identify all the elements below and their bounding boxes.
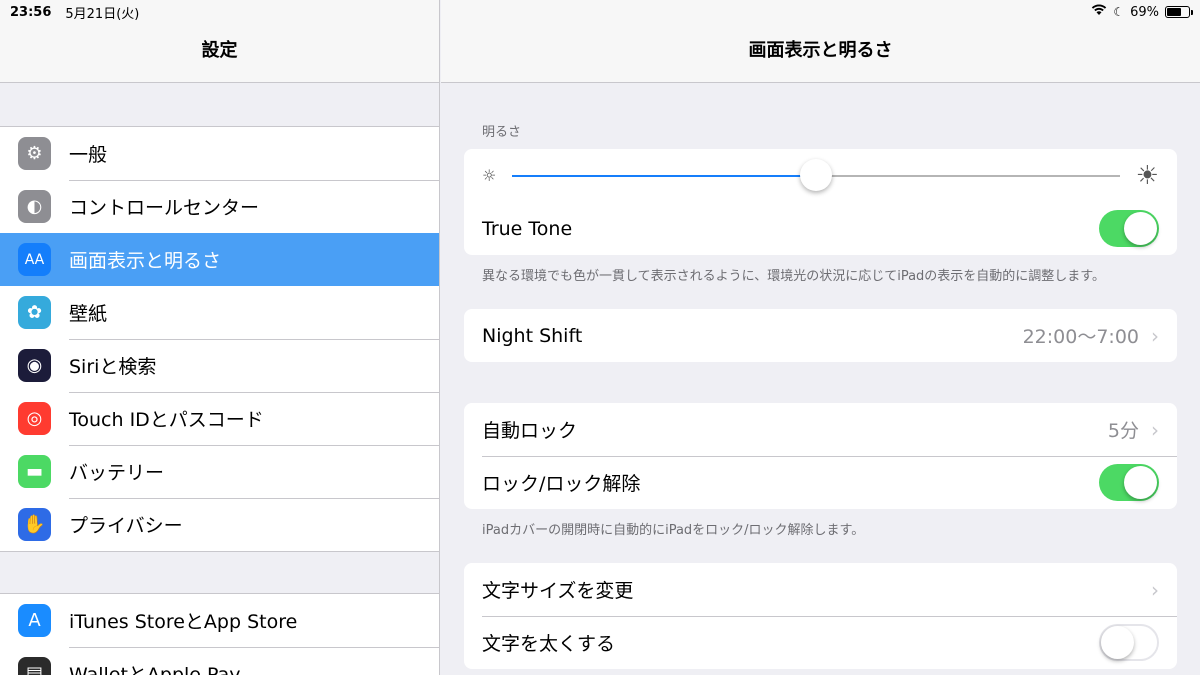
lock-unlock-label: ロック/ロック解除 <box>482 473 641 495</box>
sidebar-item[interactable]: AiTunes StoreとApp Store <box>0 594 439 647</box>
text-size-row[interactable]: 文字サイズを変更 › <box>464 563 1177 616</box>
brightness-header: 明るさ <box>482 125 522 140</box>
true-tone-footer: 異なる環境でも色が一貫して表示されるように、環境光の状況に応じてiPadの表示を… <box>482 269 1106 284</box>
flower-icon: ✿ <box>18 296 51 329</box>
brightness-slider-row: ☼ ☀ <box>464 149 1177 202</box>
sidebar-item[interactable]: ✿ 壁紙 <box>0 286 439 339</box>
toggle-knob <box>1124 466 1157 499</box>
wifi-icon <box>1091 4 1107 20</box>
toggles-icon: ◐ <box>18 190 51 223</box>
sidebar-item[interactable]: ▤ WalletとApple Pay <box>0 647 439 675</box>
text-card: 文字サイズを変更 › 文字を太くする <box>464 563 1177 669</box>
sidebar-item[interactable]: ⚙ 一般 <box>0 127 439 180</box>
lock-card: 自動ロック 5分 › ロック/ロック解除 <box>464 403 1177 509</box>
sidebar-item[interactable]: AA 画面表示と明るさ <box>0 233 439 286</box>
sidebar-item-label: バッテリー <box>69 462 165 484</box>
night-shift-value: 22:00〜7:00 <box>1022 326 1139 348</box>
bold-text-toggle[interactable] <box>1099 624 1159 661</box>
sun-small-icon: ☼ <box>482 166 497 185</box>
app-store-icon: A <box>18 604 51 637</box>
auto-lock-label: 自動ロック <box>482 420 578 442</box>
sidebar-group-store: AiTunes StoreとApp Store ▤ WalletとApple Pay <box>0 593 439 675</box>
moon-icon: ☾ <box>1113 5 1125 19</box>
sidebar-item-label: 壁紙 <box>69 303 108 325</box>
status-date: 5月21日(火) <box>65 6 140 22</box>
text-size-icon: AA <box>18 243 51 276</box>
sidebar-item-label: Siriと検索 <box>69 356 157 378</box>
status-bar: 23:56 5月21日(火) ☾ 69% <box>0 0 1200 24</box>
sidebar-item-label: 一般 <box>69 144 108 166</box>
brightness-slider-thumb[interactable] <box>800 158 833 191</box>
true-tone-toggle[interactable] <box>1099 210 1159 247</box>
chevron-right-icon: › <box>1151 577 1159 602</box>
chevron-right-icon: › <box>1151 323 1159 348</box>
sidebar-item-label: コントロールセンター <box>69 197 260 219</box>
true-tone-label: True Tone <box>482 217 573 240</box>
sidebar-item[interactable]: ◐ コントロールセンター <box>0 180 439 233</box>
toggle-knob <box>1101 626 1134 659</box>
brightness-slider[interactable] <box>512 158 1120 191</box>
fingerprint-icon: ◎ <box>18 402 51 435</box>
battery-icon: ▬ <box>18 455 51 488</box>
night-shift-card: Night Shift 22:00〜7:00 › <box>464 309 1177 362</box>
auto-lock-row[interactable]: 自動ロック 5分 › <box>464 403 1177 456</box>
wallet-icon: ▤ <box>18 657 51 675</box>
lock-unlock-row: ロック/ロック解除 <box>464 456 1177 509</box>
sidebar-item-label: iTunes StoreとApp Store <box>69 611 298 633</box>
toggle-knob <box>1124 212 1157 245</box>
hand-icon: ✋ <box>18 508 51 541</box>
sidebar-item-label: Touch IDとパスコード <box>69 409 264 431</box>
detail-title: 画面表示と明るさ <box>748 40 893 61</box>
sidebar-item[interactable]: ▬ バッテリー <box>0 445 439 498</box>
sidebar-title: 設定 <box>201 40 238 61</box>
detail-pane: 画面表示と明るさ 明るさ ☼ ☀ True Tone 異なる環境でも色が一貫して… <box>441 0 1200 675</box>
brightness-slider-fill <box>512 174 817 177</box>
sidebar-item-label: プライバシー <box>69 515 183 537</box>
sidebar-item[interactable]: ◎ Touch IDとパスコード <box>0 392 439 445</box>
lock-footer: iPadカバーの開閉時に自動的にiPadをロック/ロック解除します。 <box>482 523 865 538</box>
battery-percent: 69% <box>1130 4 1159 20</box>
lock-unlock-toggle[interactable] <box>1099 464 1159 501</box>
auto-lock-value: 5分 <box>1107 420 1139 442</box>
sidebar-item-label: 画面表示と明るさ <box>69 250 222 272</box>
sidebar: 設定 ⚙ 一般 ◐ コントロールセンター AA 画面表示と明るさ ✿ 壁紙 ◉ Siriと検索 ◎ T… <box>0 0 440 675</box>
status-right: ☾ 69% <box>1091 4 1193 20</box>
sidebar-item-label: WalletとApple Pay <box>69 664 241 675</box>
bold-text-label: 文字を太くする <box>482 633 616 655</box>
brightness-card: ☼ ☀ True Tone <box>464 149 1177 255</box>
sun-large-icon: ☀ <box>1135 160 1159 191</box>
night-shift-label: Night Shift <box>482 324 583 347</box>
sidebar-item[interactable]: ✋ プライバシー <box>0 498 439 551</box>
bold-text-row: 文字を太くする <box>464 616 1177 669</box>
battery-icon <box>1165 6 1193 18</box>
chevron-right-icon: › <box>1151 417 1159 442</box>
sidebar-item[interactable]: ◉ Siriと検索 <box>0 339 439 392</box>
night-shift-row[interactable]: Night Shift 22:00〜7:00 › <box>464 309 1177 362</box>
sidebar-group-main: ⚙ 一般 ◐ コントロールセンター AA 画面表示と明るさ ✿ 壁紙 ◉ Siriと検索 ◎ Touc… <box>0 126 439 552</box>
true-tone-row: True Tone <box>464 202 1177 255</box>
siri-icon: ◉ <box>18 349 51 382</box>
status-time: 23:56 <box>10 4 52 20</box>
text-size-label: 文字サイズを変更 <box>482 580 634 602</box>
gear-icon: ⚙ <box>18 137 51 170</box>
